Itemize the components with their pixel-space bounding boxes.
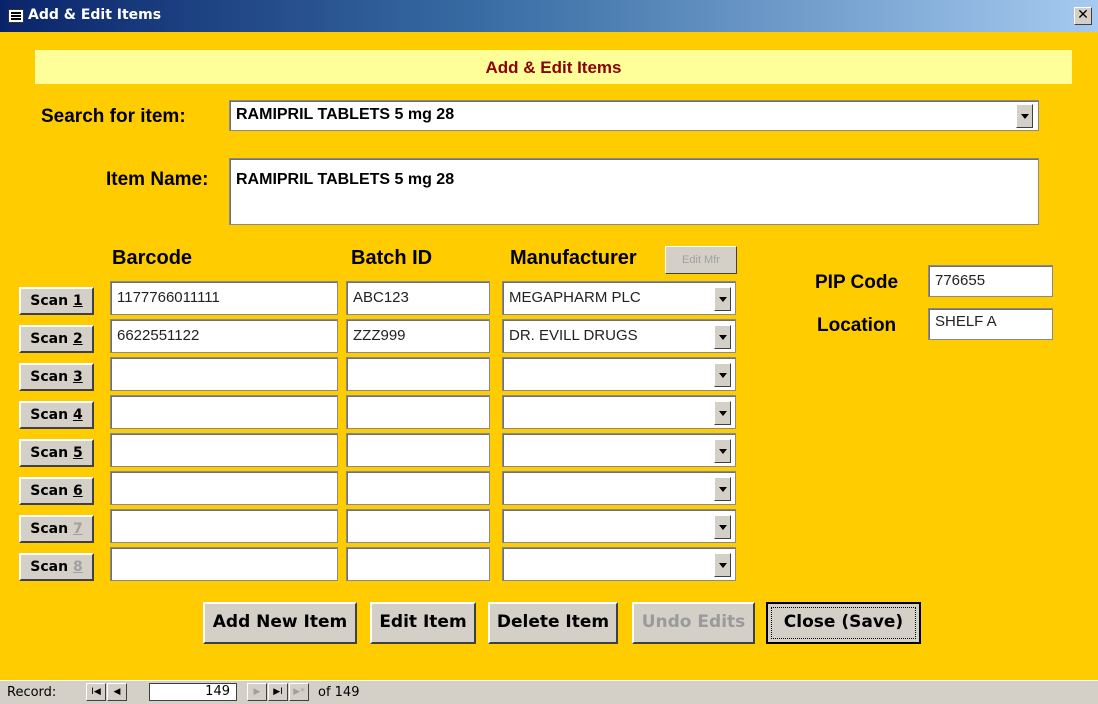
form-header-text: Add & Edit Items <box>485 58 622 77</box>
scan-3-button[interactable]: Scan 3 <box>19 363 94 391</box>
item-name-field[interactable]: RAMIPRIL TABLETS 5 mg 28 <box>229 158 1039 225</box>
location-label: Location <box>817 315 897 336</box>
batch-field-1[interactable]: ABC123 <box>346 281 490 315</box>
manufacturer-column-header: Manufacturer <box>510 247 637 269</box>
batch-field-6[interactable] <box>346 471 490 505</box>
scan-6-button[interactable]: Scan 6 <box>19 477 94 505</box>
close-icon[interactable]: ✕ <box>1074 7 1092 25</box>
batch-field-5[interactable] <box>346 433 490 467</box>
manufacturer-dropdown-4[interactable] <box>714 401 731 425</box>
manufacturer-dropdown-1[interactable] <box>714 287 731 311</box>
batch-field-7[interactable] <box>346 509 490 543</box>
barcode-field-6[interactable] <box>110 471 338 505</box>
form-header: Add & Edit Items <box>35 50 1072 84</box>
pip-code-label: PIP Code <box>815 272 899 293</box>
scan-7-button[interactable]: Scan 7 <box>19 515 94 543</box>
barcode-column-header: Barcode <box>112 247 193 269</box>
scan-1-button[interactable]: Scan 1 <box>19 287 94 315</box>
close-save-button[interactable]: Close (Save) <box>766 602 921 644</box>
batch-field-8[interactable] <box>346 547 490 581</box>
scan-5-button[interactable]: Scan 5 <box>19 439 94 467</box>
manufacturer-combobox-6[interactable] <box>502 471 736 505</box>
manufacturer-combobox-8[interactable] <box>502 547 736 581</box>
manufacturer-dropdown-2[interactable] <box>714 325 731 349</box>
scan-8-button[interactable]: Scan 8 <box>19 553 94 581</box>
barcode-field-4[interactable] <box>110 395 338 429</box>
barcode-field-3[interactable] <box>110 357 338 391</box>
edit-mfr-button[interactable]: Edit Mfr <box>665 246 737 274</box>
manufacturer-combobox-3[interactable] <box>502 357 736 391</box>
last-record-icon[interactable]: ▶I <box>268 683 288 701</box>
new-record-icon[interactable]: ▶* <box>289 683 309 701</box>
delete-item-button[interactable]: Delete Item <box>488 602 618 644</box>
previous-record-icon[interactable]: ◀ <box>107 683 127 701</box>
current-record-field[interactable]: 149 <box>149 683 237 701</box>
manufacturer-combobox-5[interactable] <box>502 433 736 467</box>
manufacturer-dropdown-6[interactable] <box>714 477 731 501</box>
record-label: Record: <box>7 685 57 700</box>
search-dropdown-button[interactable] <box>1016 104 1033 128</box>
manufacturer-dropdown-5[interactable] <box>714 439 731 463</box>
batch-field-2[interactable]: ZZZ999 <box>346 319 490 353</box>
item-name-label: Item Name: <box>106 169 209 190</box>
search-label: Search for item: <box>41 106 186 127</box>
barcode-field-8[interactable] <box>110 547 338 581</box>
search-combobox[interactable]: RAMIPRIL TABLETS 5 mg 28 <box>229 100 1039 131</box>
manufacturer-combobox-2[interactable]: DR. EVILL DRUGS <box>502 319 736 353</box>
manufacturer-dropdown-8[interactable] <box>714 553 731 577</box>
pip-code-field[interactable]: 776655 <box>928 265 1053 297</box>
edit-item-button[interactable]: Edit Item <box>370 602 476 644</box>
record-navigation-bar: Record: I◀ ◀ 149 ▶ ▶I ▶* of 149 <box>0 680 1098 704</box>
barcode-field-1[interactable]: 1177766011111 <box>110 281 338 315</box>
form-icon <box>8 9 24 23</box>
first-record-icon[interactable]: I◀ <box>86 683 106 701</box>
manufacturer-combobox-7[interactable] <box>502 509 736 543</box>
location-field[interactable]: SHELF A <box>928 308 1053 340</box>
window-title: Add & Edit Items <box>28 7 162 23</box>
manufacturer-dropdown-3[interactable] <box>714 363 731 387</box>
manufacturer-dropdown-7[interactable] <box>714 515 731 539</box>
scan-4-button[interactable]: Scan 4 <box>19 401 94 429</box>
undo-edits-button[interactable]: Undo Edits <box>632 602 755 644</box>
record-count: of 149 <box>318 685 360 700</box>
title-bar: Add & Edit Items ✕ <box>0 0 1098 32</box>
batch-column-header: Batch ID <box>351 247 433 269</box>
batch-field-4[interactable] <box>346 395 490 429</box>
scan-2-button[interactable]: Scan 2 <box>19 325 94 353</box>
add-new-item-button[interactable]: Add New Item <box>203 602 357 644</box>
barcode-field-2[interactable]: 6622551122 <box>110 319 338 353</box>
barcode-field-7[interactable] <box>110 509 338 543</box>
manufacturer-combobox-4[interactable] <box>502 395 736 429</box>
next-record-icon[interactable]: ▶ <box>247 683 267 701</box>
barcode-field-5[interactable] <box>110 433 338 467</box>
manufacturer-combobox-1[interactable]: MEGAPHARM PLC <box>502 281 736 315</box>
batch-field-3[interactable] <box>346 357 490 391</box>
